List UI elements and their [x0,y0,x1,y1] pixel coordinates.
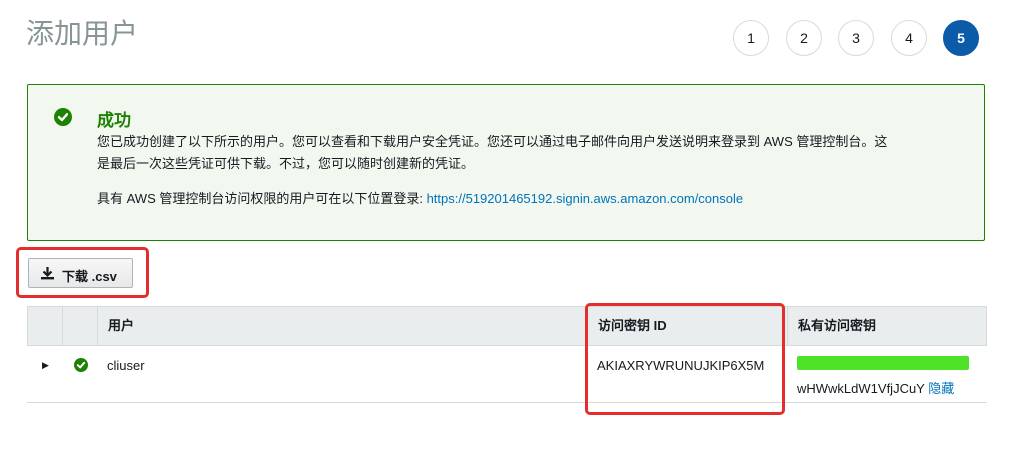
step-5[interactable]: 5 [943,20,979,56]
header-user[interactable]: 用户 [97,307,587,345]
console-url-link[interactable]: https://519201465192.signin.aws.amazon.c… [427,191,744,206]
check-circle-icon [74,358,88,372]
hide-secret-link[interactable]: 隐藏 [928,381,954,396]
step-3[interactable]: 3 [838,20,874,56]
alert-message-line-1: 您已成功创建了以下所示的用户。您可以查看和下载用户安全凭证。您还可以通过电子邮件… [97,134,888,149]
header-secret-key[interactable]: 私有访问密钥 [787,307,986,345]
alert-title: 成功 [97,111,131,130]
success-alert: 成功 您已成功创建了以下所示的用户。您可以查看和下载用户安全凭证。您还可以通过电… [27,84,985,241]
alert-message-line-2: 是最后一次这些凭证可供下载。不过，您可以随时创建新的凭证。 [97,156,475,171]
download-csv-button[interactable]: 下载 .csv [28,258,133,288]
step-2[interactable]: 2 [786,20,822,56]
secret-key-text: wHWwkLdW1VfjJCuY [797,381,925,396]
check-circle-icon [54,108,72,126]
download-csv-label: 下载 .csv [62,269,117,284]
table-row: ▶ cliuser AKIAXRYWRUNUJKIP6X5M wHWwkLdW1… [27,346,987,403]
console-login-text: 具有 AWS 管理控制台访问权限的用户可在以下位置登录: https://519… [97,188,743,207]
step-1[interactable]: 1 [733,20,769,56]
download-icon [40,266,55,283]
table-header: 用户 访问密钥 ID 私有访问密钥 [27,306,987,346]
secret-redaction-mask [797,356,969,370]
page-title: 添加用户 [26,18,139,49]
secret-key-value: wHWwkLdW1VfjJCuY 隐藏 [797,378,954,397]
header-status-col [62,307,64,345]
alert-message: 您已成功创建了以下所示的用户。您可以查看和下载用户安全凭证。您还可以通过电子邮件… [97,131,967,175]
console-login-prefix: 具有 AWS 管理控制台访问权限的用户可在以下位置登录: [97,191,427,206]
expand-caret-icon[interactable]: ▶ [42,360,49,371]
user-name: cliuser [107,358,145,373]
access-key-highlight-box [585,303,785,415]
step-4[interactable]: 4 [891,20,927,56]
